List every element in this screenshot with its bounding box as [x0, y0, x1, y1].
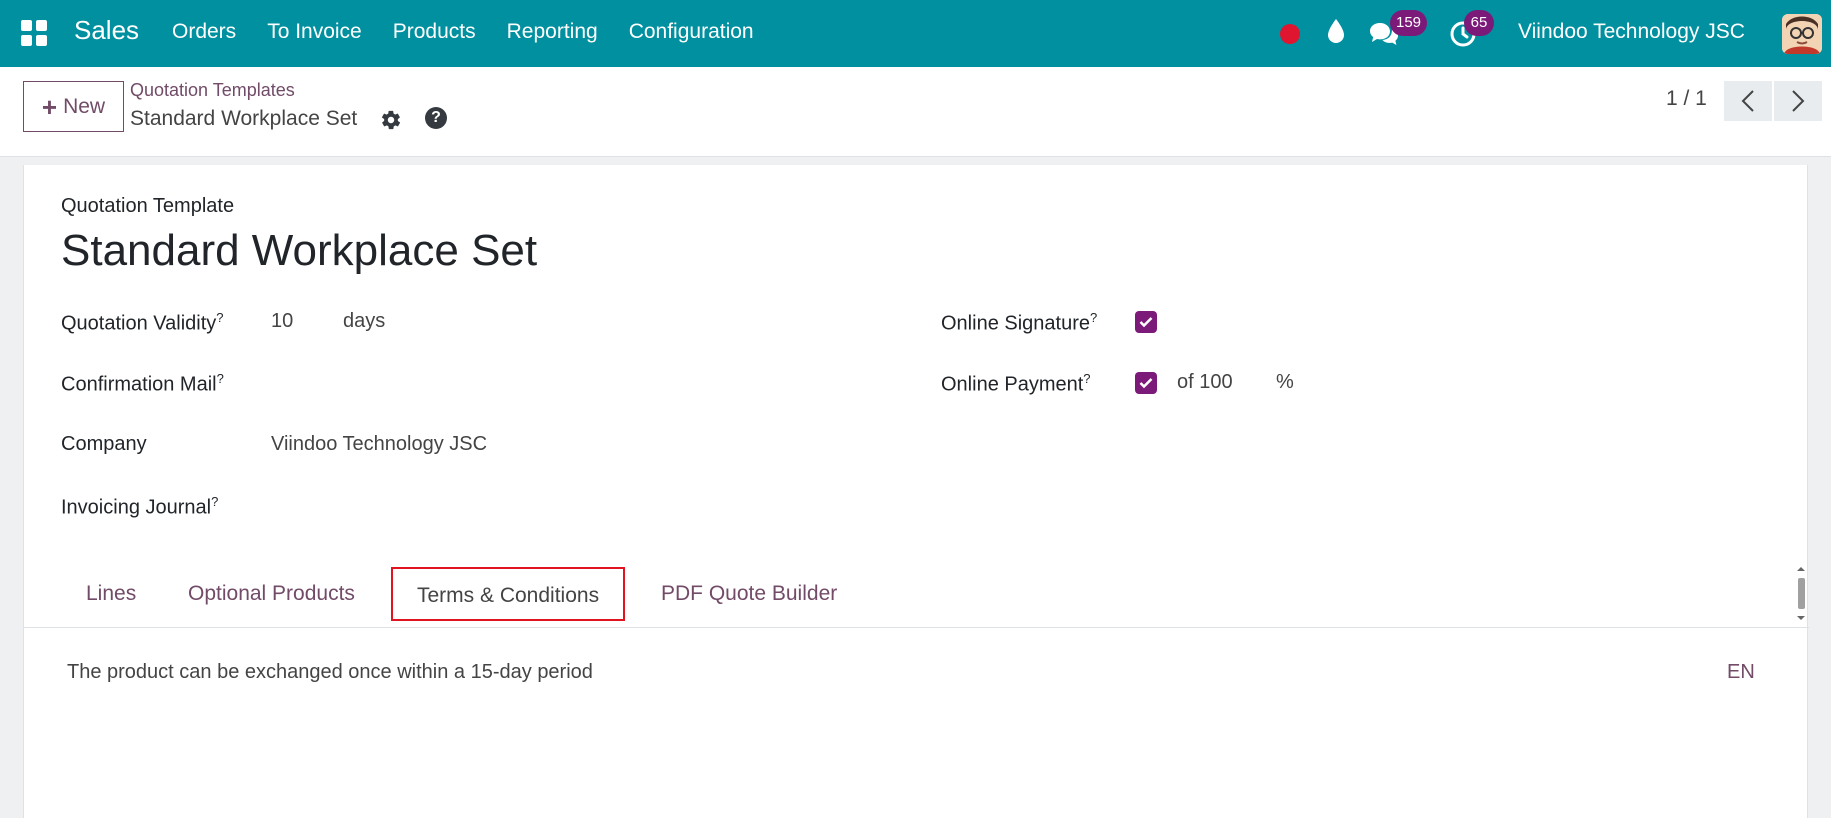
template-name-field[interactable]: Standard Workplace Set: [61, 226, 537, 276]
menu-item-products[interactable]: Products: [393, 20, 476, 44]
tab-optional-products[interactable]: Optional Products: [164, 567, 379, 621]
tab-pdf-quote-builder[interactable]: PDF Quote Builder: [637, 567, 861, 621]
online-signature-label: Online Signature?: [941, 310, 1098, 335]
scrollbar-thumb[interactable]: [1798, 578, 1805, 609]
help-tooltip-icon[interactable]: ?: [217, 371, 224, 386]
help-tooltip-icon[interactable]: ?: [1090, 310, 1097, 325]
apps-grid-icon[interactable]: [21, 20, 47, 46]
pager-previous-button[interactable]: [1724, 81, 1772, 121]
tabs-scrollbar[interactable]: [1794, 565, 1808, 622]
user-avatar[interactable]: [1782, 14, 1822, 54]
breadcrumb-current: Standard Workplace Set: [130, 107, 358, 130]
help-tooltip-icon[interactable]: ?: [211, 494, 218, 509]
confirmation-mail-label: Confirmation Mail?: [61, 371, 224, 396]
online-payment-label: Online Payment?: [941, 371, 1091, 396]
tab-lines[interactable]: Lines: [62, 567, 160, 621]
online-payment-checkbox[interactable]: [1135, 372, 1157, 394]
quotation-validity-unit: days: [343, 310, 386, 332]
company-field[interactable]: Viindoo Technology JSC: [271, 433, 487, 456]
menu-item-reporting[interactable]: Reporting: [507, 20, 598, 44]
form-sheet: Quotation Template Standard Workplace Se…: [23, 165, 1809, 818]
tab-terms-conditions[interactable]: Terms & Conditions: [391, 567, 626, 621]
form-caption: Quotation Template: [61, 195, 235, 217]
menu-item-to-invoice[interactable]: To Invoice: [267, 20, 362, 44]
app-brand[interactable]: Sales: [74, 15, 139, 46]
check-icon: [1139, 378, 1153, 389]
notebook-tabs: Lines Optional Products Terms & Conditio…: [24, 565, 1809, 628]
scroll-up-icon[interactable]: [1794, 565, 1808, 573]
prepayment-percent-input[interactable]: of 100: [1177, 371, 1233, 394]
help-tooltip-icon[interactable]: ?: [1083, 371, 1090, 386]
menu-item-orders[interactable]: Orders: [172, 20, 236, 44]
menu-item-configuration[interactable]: Configuration: [629, 20, 754, 44]
new-button-label: New: [63, 94, 106, 118]
check-icon: [1139, 317, 1153, 328]
scroll-down-icon[interactable]: [1794, 614, 1808, 622]
company-switcher[interactable]: Viindoo Technology JSC: [1518, 20, 1745, 44]
pager-next-button[interactable]: [1774, 81, 1822, 121]
terms-conditions-editor[interactable]: The product can be exchanged once within…: [67, 661, 593, 684]
help-tooltip-icon[interactable]: ?: [216, 310, 223, 325]
pager-counter[interactable]: 1 / 1: [1666, 87, 1707, 111]
prepayment-percent-unit: %: [1276, 371, 1294, 393]
plus-icon: +: [41, 91, 58, 122]
control-panel: + New Quotation Templates Standard Workp…: [0, 67, 1831, 157]
top-navbar: Sales Orders To Invoice Products Reporti…: [0, 0, 1831, 67]
record-indicator-icon[interactable]: [1280, 24, 1300, 44]
main-menu: Orders To Invoice Products Reporting Con…: [172, 20, 785, 44]
chevron-left-icon: [1741, 90, 1754, 112]
drop-icon[interactable]: [1325, 18, 1347, 44]
new-button[interactable]: + New: [23, 81, 124, 132]
invoicing-journal-label: Invoicing Journal?: [61, 494, 219, 519]
avatar-face-icon: [1782, 14, 1822, 54]
online-signature-checkbox[interactable]: [1135, 311, 1157, 333]
gear-icon[interactable]: [380, 109, 402, 131]
quotation-validity-label: Quotation Validity?: [61, 310, 224, 335]
breadcrumb-quotation-templates[interactable]: Quotation Templates: [130, 80, 295, 101]
quotation-validity-input[interactable]: 10: [271, 310, 293, 333]
company-label: Company: [61, 433, 147, 455]
activities-count-badge[interactable]: 65: [1464, 10, 1494, 36]
messages-count-badge[interactable]: 159: [1390, 10, 1428, 36]
translation-language-button[interactable]: EN: [1727, 661, 1755, 684]
chevron-right-icon: [1792, 90, 1805, 112]
help-icon[interactable]: ?: [425, 107, 447, 129]
